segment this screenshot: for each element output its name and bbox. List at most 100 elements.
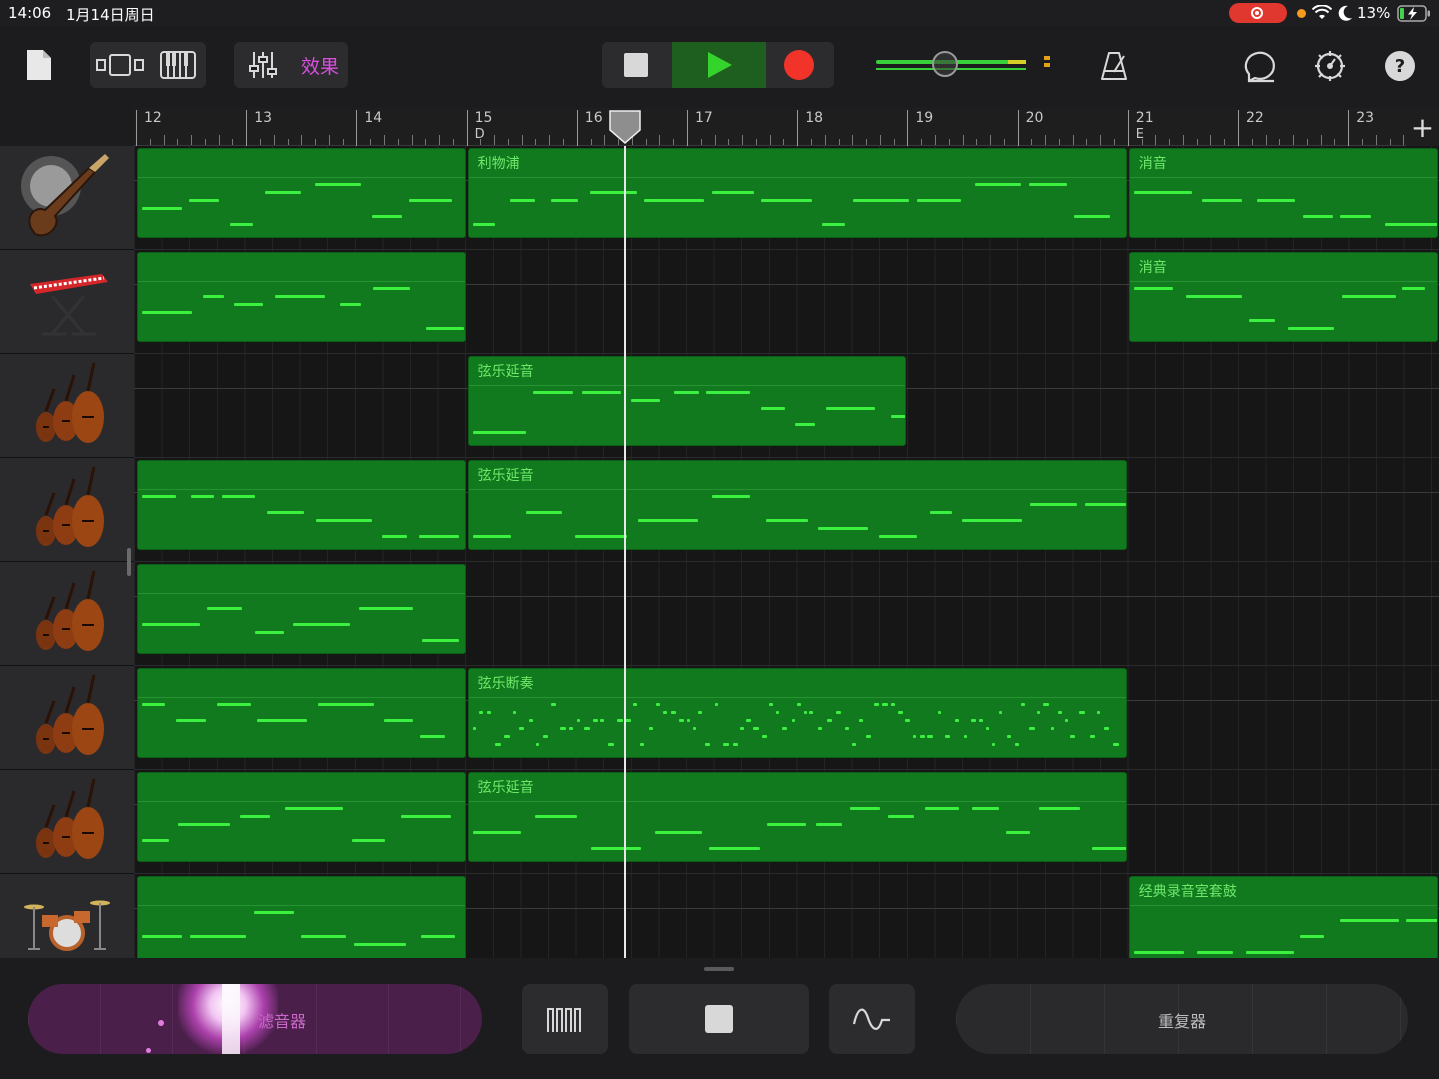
gate-icon bbox=[547, 1008, 581, 1032]
my-songs-button[interactable] bbox=[22, 46, 56, 84]
region-guide bbox=[468, 801, 1126, 802]
midi-note bbox=[739, 727, 744, 730]
record-icon bbox=[784, 50, 814, 80]
bar-number: 19 bbox=[915, 110, 934, 126]
track-lane[interactable]: 利物浦 消音 bbox=[134, 146, 1439, 250]
midi-note bbox=[991, 743, 995, 746]
track-header[interactable] bbox=[0, 770, 134, 874]
track-header[interactable] bbox=[0, 250, 134, 354]
midi-note bbox=[1197, 951, 1233, 954]
midi-region[interactable]: 经典录音室套鼓 bbox=[1128, 876, 1438, 966]
bar-number: 21 bbox=[1135, 110, 1154, 126]
screen-recording-indicator[interactable] bbox=[1229, 3, 1287, 23]
playhead-handle-icon[interactable] bbox=[609, 110, 641, 144]
add-section-button[interactable]: + bbox=[1406, 108, 1439, 146]
track-lane[interactable]: 弦乐延音 bbox=[134, 770, 1439, 874]
midi-note bbox=[1303, 215, 1333, 218]
midi-region[interactable]: 消音 bbox=[1128, 252, 1438, 342]
midi-note bbox=[600, 719, 604, 722]
midi-region[interactable]: 弦乐延音 bbox=[467, 772, 1127, 862]
record-indicator-icon bbox=[1251, 7, 1263, 19]
midi-region[interactable] bbox=[137, 668, 466, 758]
midi-region[interactable] bbox=[137, 564, 466, 654]
stop-effect-button[interactable] bbox=[629, 984, 809, 1054]
midi-region[interactable]: 弦乐断奏 bbox=[467, 668, 1127, 758]
midi-note bbox=[1091, 847, 1126, 850]
midi-note bbox=[927, 735, 933, 738]
track-header[interactable] bbox=[0, 666, 134, 770]
track-lane[interactable] bbox=[134, 562, 1439, 666]
instrument-view-button[interactable] bbox=[150, 42, 206, 88]
ruler-tick bbox=[287, 139, 289, 145]
fx-button[interactable]: 效果 bbox=[292, 42, 348, 88]
bar-line bbox=[466, 110, 468, 146]
midi-note bbox=[419, 735, 445, 738]
ruler-tick bbox=[1265, 135, 1267, 145]
midi-region[interactable] bbox=[137, 148, 466, 238]
filter-xy-pad[interactable]: 滤音器 bbox=[28, 984, 482, 1054]
ruler-tick bbox=[259, 139, 261, 145]
region-guide bbox=[468, 697, 1126, 698]
ruler-tick bbox=[742, 135, 744, 145]
track-header[interactable] bbox=[0, 354, 134, 458]
bass-guitar-icon bbox=[19, 150, 115, 246]
document-icon bbox=[27, 50, 51, 80]
vertical-scroll-thumb[interactable] bbox=[127, 548, 131, 576]
track-header[interactable] bbox=[0, 562, 134, 666]
midi-note bbox=[925, 807, 959, 810]
stop-button[interactable] bbox=[602, 42, 672, 88]
filter-spark bbox=[146, 1048, 151, 1053]
ruler-tick bbox=[728, 139, 730, 145]
midi-region[interactable] bbox=[137, 460, 466, 550]
playhead-line[interactable] bbox=[624, 146, 626, 958]
midi-note bbox=[963, 735, 968, 738]
midi-note bbox=[638, 519, 698, 522]
midi-region[interactable]: 消音 bbox=[1128, 148, 1438, 238]
ruler-tick bbox=[1320, 135, 1322, 145]
midi-note bbox=[745, 719, 751, 722]
tracks-view-button[interactable] bbox=[92, 42, 148, 88]
settings-button[interactable] bbox=[1308, 44, 1352, 88]
track-lane[interactable]: 弦乐延音 bbox=[134, 354, 1439, 458]
gate-button[interactable] bbox=[522, 984, 608, 1054]
midi-region[interactable] bbox=[137, 772, 466, 862]
mixer-button[interactable] bbox=[236, 42, 290, 88]
midi-note bbox=[409, 199, 452, 202]
play-button[interactable] bbox=[672, 42, 766, 88]
midi-region[interactable]: 利物浦 bbox=[467, 148, 1127, 238]
midi-region[interactable]: 弦乐延音 bbox=[467, 460, 1127, 550]
repeater-pad[interactable]: 重复器 bbox=[956, 984, 1408, 1054]
midi-region[interactable] bbox=[137, 252, 466, 342]
track-lane[interactable]: 弦乐断奏 bbox=[134, 666, 1439, 770]
metronome-button[interactable] bbox=[1094, 46, 1134, 86]
track-lane[interactable]: 弦乐延音 bbox=[134, 458, 1439, 562]
midi-note bbox=[679, 719, 685, 722]
region-name: 消音 bbox=[1138, 260, 1167, 276]
bar-line bbox=[356, 110, 358, 146]
stop-icon bbox=[624, 53, 648, 77]
drum-kit-icon bbox=[22, 889, 112, 963]
midi-region[interactable]: 弦乐延音 bbox=[467, 356, 907, 446]
moon-icon bbox=[1338, 5, 1352, 21]
timeline-ruler[interactable]: 12 13 14 15 16 17 18 19 20 21 22 23 D E bbox=[134, 108, 1439, 146]
track-header[interactable] bbox=[0, 458, 134, 562]
volume-knob[interactable] bbox=[932, 51, 958, 77]
ruler-tick bbox=[535, 139, 537, 145]
loop-browser-button[interactable] bbox=[1238, 44, 1282, 88]
bar-line bbox=[576, 110, 578, 146]
region-name: 弦乐延音 bbox=[477, 468, 534, 484]
keyboard-icon bbox=[160, 51, 196, 79]
ruler-tick bbox=[383, 135, 385, 145]
midi-note bbox=[381, 535, 407, 538]
track-header[interactable] bbox=[0, 146, 134, 250]
midi-region[interactable] bbox=[137, 876, 466, 966]
settings-icon bbox=[1315, 51, 1345, 81]
record-button[interactable] bbox=[766, 42, 834, 88]
panel-grabber[interactable] bbox=[704, 967, 734, 971]
track-lane[interactable]: 消音 bbox=[134, 250, 1439, 354]
ruler-tick bbox=[1155, 135, 1157, 145]
master-volume-slider[interactable] bbox=[868, 46, 1064, 82]
help-button[interactable]: ? bbox=[1378, 44, 1422, 88]
wave-effect-button[interactable] bbox=[829, 984, 915, 1054]
midi-note bbox=[1084, 503, 1126, 506]
